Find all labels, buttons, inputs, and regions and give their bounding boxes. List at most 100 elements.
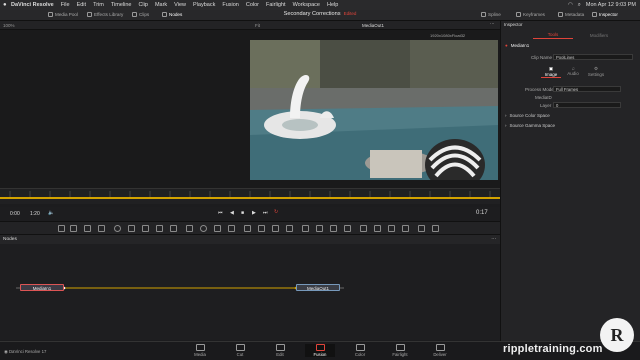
source-color-space-section[interactable]: › Source Color Space [505, 113, 550, 118]
renderer-3d-icon[interactable] [360, 225, 367, 232]
menu-file[interactable]: File [61, 2, 70, 8]
page-color[interactable]: Color [345, 344, 375, 357]
pool-scene-image [250, 40, 498, 180]
background-tool-icon[interactable] [58, 225, 65, 232]
tracker-icon[interactable] [244, 225, 251, 232]
node-links [16, 286, 344, 290]
planar-tracker-icon[interactable] [258, 225, 265, 232]
zoom-select[interactable]: 100% [3, 23, 15, 28]
page-fairlight[interactable]: Fairlight [385, 344, 415, 357]
chevron-right-icon: › [505, 123, 507, 128]
clip-name-label: Clip Name [531, 55, 553, 60]
menu-workspace[interactable]: Workspace [293, 2, 320, 8]
edit-page-icon [275, 344, 285, 351]
layer-label: Layer [540, 103, 552, 108]
node-mediaout1[interactable]: MediaOut1 [296, 284, 340, 291]
text-tool-icon[interactable] [84, 225, 91, 232]
current-time[interactable]: 0:17 [476, 210, 488, 216]
apple-icon[interactable]: ● [3, 2, 11, 8]
ellipse-mask-icon[interactable] [200, 225, 207, 232]
node-mediain1[interactable]: MediaIn1 [20, 284, 64, 291]
more-icon[interactable]: ⋯ [490, 21, 495, 27]
start-time[interactable]: 0:00 [10, 211, 20, 217]
timeline-range-bar[interactable] [0, 197, 500, 199]
image-plane-icon[interactable] [374, 225, 381, 232]
clock: Mon Apr 12 9:03 PM [585, 2, 636, 8]
go-to-end-icon[interactable]: ⏭ [263, 210, 268, 216]
process-mode-label: Process Mode [525, 87, 554, 92]
node-editor[interactable] [0, 235, 500, 340]
speaker-icon[interactable]: 🔈 [48, 210, 54, 216]
watermark-logo: R [600, 318, 634, 352]
subtab-settings[interactable]: ⚙ Settings [585, 66, 607, 77]
clip-name-field[interactable]: PoolLines [553, 54, 633, 60]
delta-keyer-icon[interactable] [286, 225, 293, 232]
stop-icon[interactable]: ■ [241, 210, 244, 216]
subtab-image[interactable]: ▣ Image [541, 66, 561, 78]
spline-button[interactable]: Spline [481, 12, 501, 17]
timeline-ruler[interactable] [0, 188, 500, 204]
polygon-mask-icon[interactable] [214, 225, 221, 232]
camera-3d-icon[interactable] [316, 225, 323, 232]
metadata-icon [558, 12, 563, 17]
end-time[interactable]: 1:20 [30, 211, 40, 217]
search-icon[interactable]: ⌕ [578, 2, 581, 9]
menu-color[interactable]: Color [246, 2, 259, 8]
metadata-button[interactable]: Metadata [558, 12, 584, 17]
app-menu[interactable]: DaVinci Resolve [11, 2, 54, 8]
inspector-button[interactable]: Inspector [592, 12, 618, 17]
fog-icon[interactable] [388, 225, 395, 232]
menu-fairlight[interactable]: Fairlight [266, 2, 286, 8]
keyer-icon[interactable] [272, 225, 279, 232]
process-mode-select[interactable]: Full Frames [553, 86, 621, 92]
menu-timeline[interactable]: Timeline [111, 2, 132, 8]
page-edit[interactable]: Edit [265, 344, 295, 357]
play-reverse-icon[interactable]: ◀ [230, 210, 234, 216]
brightness-contrast-icon[interactable] [142, 225, 149, 232]
color-corrector-icon[interactable] [128, 225, 135, 232]
menu-playback[interactable]: Playback [193, 2, 215, 8]
more-icon[interactable]: ⋯ [491, 235, 496, 244]
fusion-page-icon [315, 344, 325, 351]
transport-bar: 0:00 1:20 🔈 ⏮ ◀ ■ ▶ ⏭ ↻ 0:17 [0, 207, 500, 221]
scale-select[interactable]: Fit [255, 23, 260, 28]
tab-modifiers[interactable]: Modifiers [579, 31, 619, 39]
viewer-subbar: 100% Fit MediaOut1 ⋯ [0, 21, 500, 30]
menu-view[interactable]: View [174, 2, 186, 8]
page-fusion[interactable]: Fusion [305, 344, 335, 357]
menu-trim[interactable]: Trim [93, 2, 104, 8]
blur-tool-icon[interactable] [156, 225, 163, 232]
page-deliver[interactable]: Deliver [425, 344, 455, 357]
menu-clip[interactable]: Clip [138, 2, 147, 8]
menu-help[interactable]: Help [327, 2, 338, 8]
particle-emitter-icon[interactable] [402, 225, 409, 232]
menu-edit[interactable]: Edit [77, 2, 86, 8]
node-header[interactable]: ● MediaIn1 [505, 43, 529, 48]
merge-tool-icon[interactable] [98, 225, 105, 232]
shape-3d-icon[interactable] [302, 225, 309, 232]
go-to-start-icon[interactable]: ⏮ [218, 210, 223, 216]
tab-tools[interactable]: Tools [533, 31, 573, 39]
viewer-frame[interactable] [250, 40, 498, 180]
menu-fusion[interactable]: Fusion [222, 2, 239, 8]
noise-icon[interactable] [418, 225, 425, 232]
mask-paint-icon[interactable] [432, 225, 439, 232]
particle-tool-icon[interactable] [114, 225, 121, 232]
rectangle-mask-icon[interactable] [186, 225, 193, 232]
paint-tool-icon[interactable] [70, 225, 77, 232]
merge-3d-icon[interactable] [344, 225, 351, 232]
light-3d-icon[interactable] [330, 225, 337, 232]
keyframes-button[interactable]: Keyframes [516, 12, 545, 17]
play-icon[interactable]: ▶ [252, 210, 256, 216]
menu-mark[interactable]: Mark [155, 2, 167, 8]
loop-icon[interactable]: ↻ [274, 209, 278, 215]
bspline-mask-icon[interactable] [228, 225, 235, 232]
page-cut[interactable]: Cut [225, 344, 255, 357]
layer-select[interactable]: 0 [553, 102, 621, 108]
inspector-panel: Inspector Tools Modifiers ● MediaIn1 Cli… [500, 21, 640, 341]
transform-tool-icon[interactable] [170, 225, 177, 232]
source-gamma-space-section[interactable]: › Source Gamma Space [505, 123, 555, 128]
page-media[interactable]: Media [185, 344, 215, 357]
wifi-icon[interactable]: ◠ [568, 2, 573, 8]
subtab-audio[interactable]: ♫ Audio [563, 66, 583, 76]
